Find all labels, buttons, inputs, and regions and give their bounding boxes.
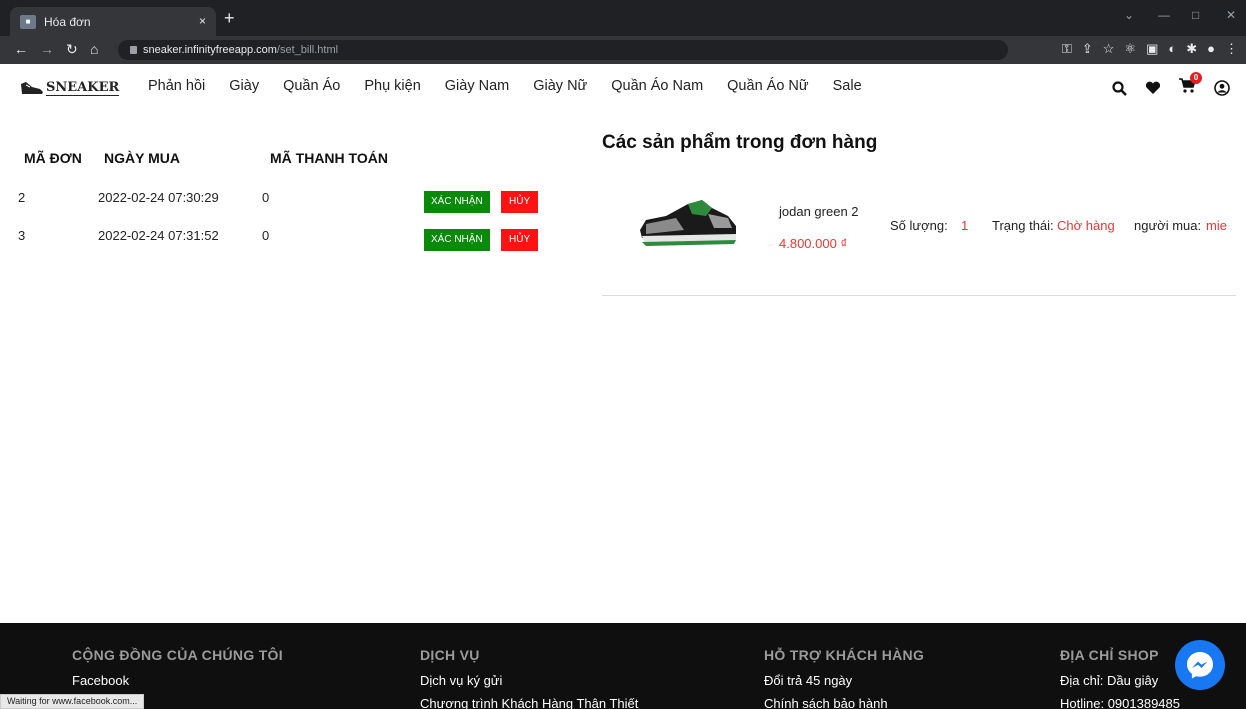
list-item: jodan green 2 4.800.000 ₫ Số lượng: 1 Tr… <box>602 176 1236 296</box>
buyer-label: người mua: <box>1134 218 1202 233</box>
footer-link-loyalty[interactable]: Chương trình Khách Hàng Thân Thiết <box>420 696 638 709</box>
quantity-label: Số lượng: <box>890 218 948 233</box>
url-bar[interactable]: sneaker.infinityfreeapp.com/set_bill.htm… <box>118 40 1008 60</box>
footer-link-returns[interactable]: Đổi trả 45 ngày <box>764 673 924 688</box>
footer-column-support: HỖ TRỢ KHÁCH HÀNG Đổi trả 45 ngày Chính … <box>764 647 924 709</box>
footer-link-warranty[interactable]: Chính sách bảo hành <box>764 696 924 709</box>
reload-icon[interactable]: ↻ <box>66 41 78 58</box>
extension-icons: ⚿ ⇪ ☆ ⚛ ▣ ◐ ✱ ● ⋮ <box>1062 41 1238 57</box>
column-header-payment-code: MÃ THANH TOÁN <box>270 150 388 166</box>
products-section-title: Các sản phẩm trong đơn hàng <box>602 132 878 153</box>
nav-item-men-clothes[interactable]: Quần Áo Nam <box>611 78 703 94</box>
share-icon[interactable]: ⇪ <box>1082 41 1093 57</box>
heart-icon[interactable] <box>1145 81 1161 95</box>
messenger-chat-button[interactable] <box>1175 640 1225 690</box>
browser-tab[interactable]: ■ Hóa đơn × <box>10 7 216 36</box>
back-icon[interactable]: ← <box>14 41 28 57</box>
home-icon[interactable]: ⌂ <box>90 41 98 57</box>
status-label: Trạng thái: <box>992 218 1054 233</box>
sneaker-logo-icon <box>21 82 43 94</box>
browser-tab-strip: ■ Hóa đơn × + ⌄ — □ ✕ <box>0 0 1246 36</box>
menu-kebab-icon[interactable]: ⋮ <box>1225 41 1238 57</box>
footer-heading: ĐỊA CHỈ SHOP <box>1060 647 1159 663</box>
footer-hotline: Hotline: 0901389485 <box>1060 696 1180 709</box>
logo-text: SNEAKER <box>46 80 120 96</box>
tab-close-icon[interactable]: × <box>199 14 206 28</box>
nav-item-accessories[interactable]: Phụ kiện <box>364 78 420 94</box>
address-toolbar: ← → ↻ ⌂ sneaker.infinityfreeapp.com/set_… <box>0 36 1246 64</box>
tab-title: Hóa đơn <box>44 14 91 29</box>
product-image[interactable] <box>636 186 740 250</box>
nav-item-women-shoes[interactable]: Giày Nữ <box>533 78 587 94</box>
confirm-order-button[interactable]: XÁC NHẬN <box>424 191 490 213</box>
react-extension-icon[interactable]: ⚛ <box>1124 41 1136 57</box>
footer-link-facebook[interactable]: Facebook <box>72 673 283 688</box>
quantity-value: 1 <box>961 218 969 233</box>
footer-heading: DỊCH VỤ <box>420 647 480 663</box>
nav-item-women-clothes[interactable]: Quần Áo Nữ <box>727 78 808 94</box>
key-icon[interactable]: ⚿ <box>1062 41 1072 57</box>
search-icon[interactable] <box>1112 80 1127 96</box>
url-path: /set_bill.html <box>276 44 339 56</box>
site-favicon-icon: ■ <box>20 14 36 29</box>
forward-icon[interactable]: → <box>40 41 54 57</box>
nav-item-feedback[interactable]: Phản hồi <box>148 78 205 94</box>
cancel-order-button[interactable]: HỦY <box>501 229 539 251</box>
confirm-order-button[interactable]: XÁC NHẬN <box>424 229 490 251</box>
footer-heading: HỖ TRỢ KHÁCH HÀNG <box>764 647 925 663</box>
footer-link-consignment[interactable]: Dịch vụ ký gửi <box>420 673 638 688</box>
maximize-icon[interactable]: □ <box>1192 8 1199 22</box>
nav-item-clothes[interactable]: Quần Áo <box>283 78 340 94</box>
extension-box-icon[interactable]: ▣ <box>1146 41 1158 57</box>
column-header-order-id: MÃ ĐƠN <box>24 150 82 166</box>
status-badge: Chờ hàng <box>1057 218 1115 233</box>
cancel-order-button[interactable]: HỦY <box>501 191 539 213</box>
footer-column-community: CỘNG ĐỒNG CỦA CHÚNG TÔI Facebook <box>72 647 283 688</box>
footer-column-address: ĐỊA CHỈ SHOP Địa chỉ: Dầu giây Hotline: … <box>1060 647 1180 709</box>
puzzle-extensions-icon[interactable]: ✱ <box>1186 41 1197 57</box>
minimize-icon[interactable]: — <box>1158 8 1170 22</box>
browser-status-bar: Waiting for www.facebook.com... <box>0 694 145 709</box>
footer-column-services: DỊCH VỤ Dịch vụ ký gửi Chương trình Khác… <box>420 647 638 709</box>
column-header-purchase-date: NGÀY MUA <box>104 150 180 166</box>
footer-heading: CỘNG ĐỒNG CỦA CHÚNG TÔI <box>72 647 283 663</box>
color-extension-icon[interactable]: ◐ <box>1168 41 1176 57</box>
main-nav: Phản hồi Giày Quần Áo Phụ kiện Giày Nam … <box>148 78 886 94</box>
messenger-icon <box>1187 652 1213 679</box>
order-payment-code: 0 <box>262 190 270 205</box>
order-payment-code: 0 <box>262 228 270 243</box>
profile-avatar-icon[interactable]: ● <box>1207 41 1215 57</box>
site-footer: CỘNG ĐỒNG CỦA CHÚNG TÔI Facebook DỊCH VỤ… <box>0 623 1246 709</box>
bookmark-star-icon[interactable]: ☆ <box>1103 41 1115 57</box>
order-id: 3 <box>18 228 26 243</box>
cart-count-badge: 0 <box>1190 72 1202 84</box>
order-id: 2 <box>18 190 26 205</box>
close-window-icon[interactable]: ✕ <box>1226 8 1236 22</box>
new-tab-button[interactable]: + <box>224 8 235 29</box>
lock-icon <box>130 46 137 54</box>
cart-button[interactable]: 0 <box>1179 72 1202 98</box>
header-icons: 0 <box>1112 72 1230 98</box>
site-logo[interactable]: SNEAKER <box>20 80 120 96</box>
footer-address: Địa chỉ: Dầu giây <box>1060 673 1159 688</box>
product-name[interactable]: jodan green 2 <box>779 204 859 219</box>
buyer-name: mie <box>1206 218 1227 233</box>
site-header: SNEAKER Phản hồi Giày Quần Áo Phụ kiện G… <box>0 64 1246 114</box>
url-host: sneaker.infinityfreeapp.com <box>143 44 277 56</box>
table-row[interactable]: 2 2022-02-24 07:30:29 0 XÁC NHẬN HỦY <box>0 190 580 220</box>
table-row[interactable]: 3 2022-02-24 07:31:52 0 XÁC NHẬN HỦY <box>0 228 580 258</box>
user-account-icon[interactable] <box>1214 80 1230 96</box>
tab-search-icon[interactable]: ⌄ <box>1124 8 1134 22</box>
order-date: 2022-02-24 07:30:29 <box>98 190 219 205</box>
nav-item-shoes[interactable]: Giày <box>229 78 259 94</box>
product-price: 4.800.000 ₫ <box>779 236 848 251</box>
order-date: 2022-02-24 07:31:52 <box>98 228 219 243</box>
nav-item-sale[interactable]: Sale <box>833 78 862 94</box>
nav-item-men-shoes[interactable]: Giày Nam <box>445 78 509 94</box>
